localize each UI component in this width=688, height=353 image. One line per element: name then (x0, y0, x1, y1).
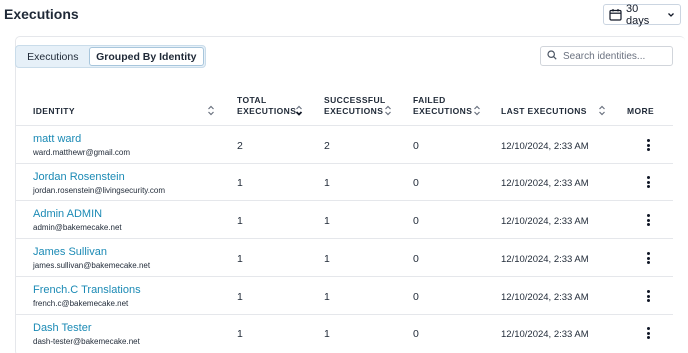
sort-icon[interactable] (207, 104, 215, 122)
successful-executions-value: 1 (324, 291, 330, 303)
row-divider (15, 163, 673, 164)
total-executions-value: 1 (237, 328, 243, 340)
search-box (540, 46, 673, 66)
column-header-failed-line1: FAILED (413, 95, 446, 105)
column-header-total-line1: TOTAL (237, 95, 267, 105)
successful-executions-value: 1 (324, 215, 330, 227)
row-divider (15, 276, 673, 277)
last-execution-value: 12/10/2024, 2:33 AM (501, 292, 589, 303)
calendar-icon (609, 8, 622, 21)
row-divider (15, 314, 673, 315)
identity-email: dash-tester@bakemecake.net (33, 337, 140, 346)
identity-email: admin@bakemecake.net (33, 223, 122, 232)
tab-grouped-by-identity[interactable]: Grouped By Identity (88, 47, 204, 66)
column-header-total[interactable]: EXECUTIONS (237, 106, 296, 117)
last-execution-value: 12/10/2024, 2:33 AM (501, 141, 589, 152)
failed-executions-value: 0 (413, 140, 419, 152)
identity-name-link[interactable]: Admin ADMIN (33, 208, 102, 220)
search-input[interactable] (563, 50, 668, 62)
page-title: Executions (4, 6, 79, 22)
sort-icon[interactable] (473, 104, 481, 122)
more-vertical-icon[interactable] (642, 175, 654, 189)
chevron-down-icon (667, 11, 675, 19)
tab-executions[interactable]: Executions (17, 47, 89, 66)
identity-email: french.c@bakemecake.net (33, 299, 129, 308)
identity-name-link[interactable]: James Sullivan (33, 246, 107, 258)
sort-icon[interactable] (384, 104, 392, 122)
total-executions-value: 1 (237, 215, 243, 227)
last-execution-value: 12/10/2024, 2:33 AM (501, 216, 589, 227)
more-vertical-icon[interactable] (642, 326, 654, 340)
last-execution-value: 12/10/2024, 2:33 AM (501, 329, 589, 340)
failed-executions-value: 0 (413, 215, 419, 227)
failed-executions-value: 0 (413, 328, 419, 340)
sort-desc-icon[interactable] (295, 104, 303, 122)
identity-name-link[interactable]: matt ward (33, 133, 81, 145)
total-executions-value: 1 (237, 177, 243, 189)
identity-email: james.sullivan@bakemecake.net (33, 261, 151, 270)
more-vertical-icon[interactable] (642, 251, 654, 265)
identity-name-link[interactable]: Jordan Rosenstein (33, 171, 125, 183)
identity-name-link[interactable]: Dash Tester (33, 322, 92, 334)
column-header-more: MORE (627, 106, 655, 116)
column-header-identity[interactable]: IDENTITY (33, 106, 75, 117)
total-executions-value: 1 (237, 253, 243, 265)
failed-executions-value: 0 (413, 291, 419, 303)
column-header-last-executions[interactable]: LAST EXECUTIONS (501, 106, 587, 117)
row-divider (15, 200, 673, 201)
column-header-successful[interactable]: EXECUTIONS (324, 106, 383, 117)
row-divider (15, 238, 673, 239)
column-header-successful-line1: SUCCESSFUL (324, 95, 386, 105)
sort-icon[interactable] (598, 104, 606, 122)
last-execution-value: 12/10/2024, 2:33 AM (501, 178, 589, 189)
date-range-dropdown[interactable]: 30 days (603, 2, 681, 27)
successful-executions-value: 2 (324, 140, 330, 152)
successful-executions-value: 1 (324, 328, 330, 340)
last-execution-value: 12/10/2024, 2:33 AM (501, 254, 589, 265)
column-header-failed[interactable]: EXECUTIONS (413, 106, 472, 117)
view-tabs: Executions Grouped By Identity (15, 45, 206, 68)
total-executions-value: 1 (237, 291, 243, 303)
header-divider (15, 125, 673, 126)
more-vertical-icon[interactable] (642, 138, 654, 152)
total-executions-value: 2 (237, 140, 243, 152)
successful-executions-value: 1 (324, 253, 330, 265)
more-vertical-icon[interactable] (642, 289, 654, 303)
identity-name-link[interactable]: French.C Translations (33, 284, 141, 296)
identity-email: ward.matthewr@gmail.com (33, 148, 131, 157)
successful-executions-value: 1 (324, 177, 330, 189)
failed-executions-value: 0 (413, 177, 419, 189)
more-vertical-icon[interactable] (642, 213, 654, 227)
date-range-label: 30 days (626, 2, 650, 27)
failed-executions-value: 0 (413, 253, 419, 265)
search-icon (547, 47, 557, 65)
identity-email: jordan.rosenstein@livingsecurity.com (33, 186, 166, 195)
